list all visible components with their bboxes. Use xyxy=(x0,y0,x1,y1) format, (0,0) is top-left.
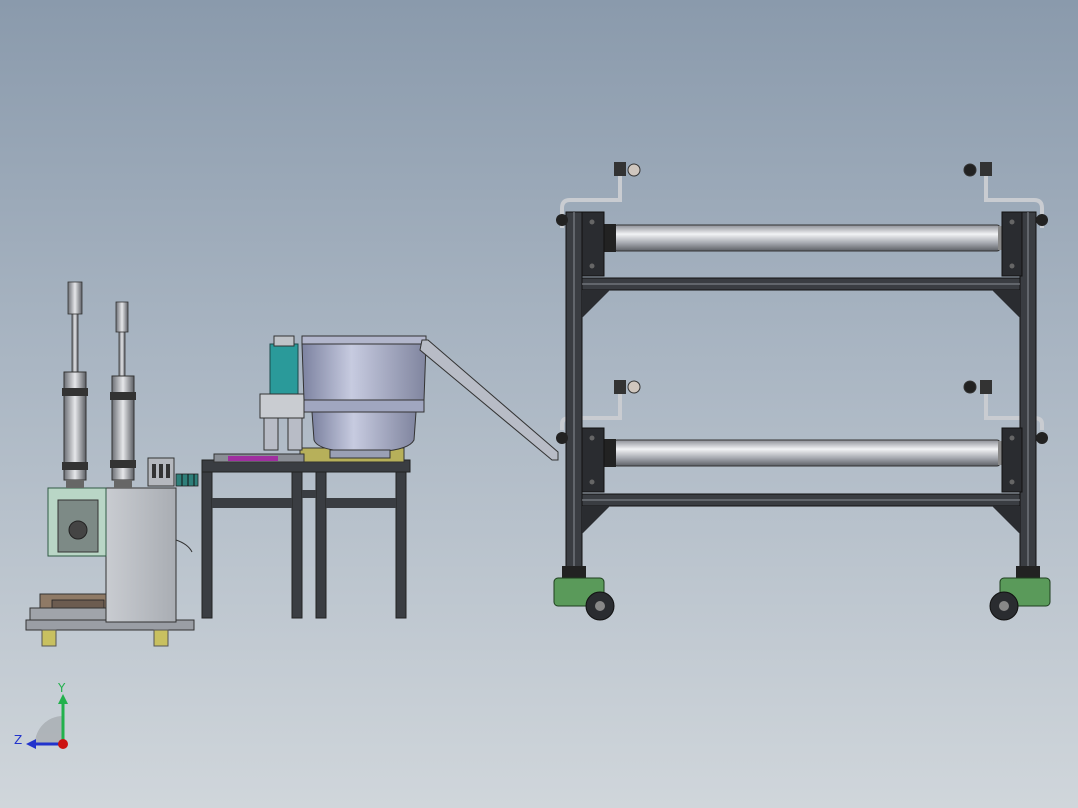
bearing-bolt-top-right-2 xyxy=(1009,263,1015,269)
rack-cap-mid-left xyxy=(556,432,568,444)
rack-cap-top-right xyxy=(1036,214,1048,226)
table-leg-1 xyxy=(201,471,213,619)
rack-cap-top-left xyxy=(556,214,568,226)
bowl-top-rim xyxy=(301,335,427,345)
caster-right-mount xyxy=(1016,566,1040,578)
press-foot-right xyxy=(153,629,169,647)
press-control-slot-3 xyxy=(166,464,170,478)
gusset-bottom-left xyxy=(582,506,610,534)
table-leg-2 xyxy=(291,471,303,619)
roller-top-end-left xyxy=(604,224,616,252)
press-foot-left xyxy=(41,629,57,647)
bearing-bolt-mid-left-2 xyxy=(589,479,595,485)
feeder-gripper-right xyxy=(287,417,303,451)
cylinder-2-band-bottom xyxy=(110,460,136,468)
cylinder-1-band-top xyxy=(62,388,88,396)
handle-mid-left-knob xyxy=(614,380,626,394)
triad-z-label: Z xyxy=(14,733,22,747)
bearing-bolt-mid-left-1 xyxy=(589,435,595,441)
handle-mid-left-knob-cap xyxy=(627,380,641,394)
handle-mid-right-knob-cap xyxy=(963,380,977,394)
cylinder-2-cap xyxy=(115,301,129,333)
gusset-top-right xyxy=(992,290,1020,318)
feeder-station[interactable] xyxy=(201,335,559,619)
cylinder-1-rod xyxy=(71,311,79,375)
bearing-bolt-top-left-1 xyxy=(589,219,595,225)
handle-top-left-knob xyxy=(614,162,626,176)
handle-top-left-knob-cap xyxy=(627,163,641,177)
press-die-hole xyxy=(68,520,88,540)
table-leg-3 xyxy=(315,471,327,619)
cylinder-2-band-top xyxy=(110,392,136,400)
roller-middle xyxy=(613,439,1001,467)
triad-y-arrow xyxy=(58,694,68,704)
handle-mid-right-knob xyxy=(980,380,992,394)
bearing-bolt-mid-right-1 xyxy=(1009,435,1015,441)
cylinder-1-mount xyxy=(66,480,84,488)
feeder-gripper-left xyxy=(263,417,279,451)
press-cabinet xyxy=(105,487,177,623)
press-unit[interactable] xyxy=(25,281,199,647)
gusset-top-left xyxy=(582,290,610,318)
handle-top-right-knob-cap xyxy=(963,163,977,177)
bearing-bolt-top-left-2 xyxy=(589,263,595,269)
bowl-feet xyxy=(329,449,391,459)
triad-x-axis-dot xyxy=(58,739,68,749)
bowl-base xyxy=(311,411,417,453)
roller-middle-end-left xyxy=(604,439,616,467)
table-brace-3 xyxy=(302,490,316,498)
triad-y-label: Y xyxy=(57,681,66,695)
roller-top xyxy=(613,224,1001,252)
press-coupling xyxy=(175,473,199,487)
press-lower-block xyxy=(29,607,107,621)
assembly-scene[interactable] xyxy=(0,0,1078,808)
table-brace-1 xyxy=(212,498,292,508)
roller-rack[interactable] xyxy=(553,162,1051,621)
linear-track-part xyxy=(228,456,278,461)
press-control-slot-1 xyxy=(152,464,156,478)
rack-cap-mid-right xyxy=(1036,432,1048,444)
feed-chute xyxy=(419,339,559,461)
caster-left-mount xyxy=(562,566,586,578)
table-brace-2 xyxy=(326,498,396,508)
cylinder-1-band-bottom xyxy=(62,462,88,470)
bearing-bolt-top-right-1 xyxy=(1009,219,1015,225)
feeder-motor-cap xyxy=(273,335,295,347)
press-control-slot-2 xyxy=(159,464,163,478)
axis-triad: Y Z xyxy=(14,681,68,749)
cabinet-cable xyxy=(175,539,193,553)
press-lower-slide xyxy=(51,599,105,609)
feeder-motor-mount xyxy=(259,393,305,419)
cad-viewport[interactable]: Y Z xyxy=(0,0,1078,808)
handle-top-right-knob xyxy=(980,162,992,176)
gusset-bottom-right xyxy=(992,506,1020,534)
caster-right-hub xyxy=(999,601,1009,611)
feeder-motor xyxy=(269,343,299,395)
bearing-bolt-mid-right-2 xyxy=(1009,479,1015,485)
table-leg-4 xyxy=(395,471,407,619)
triad-arc xyxy=(35,716,63,744)
caster-left-hub xyxy=(595,601,605,611)
cylinder-2-mount xyxy=(114,480,132,488)
cylinder-1-cap xyxy=(67,281,83,315)
triad-z-arrow xyxy=(26,739,36,749)
cylinder-2-rod xyxy=(118,329,126,379)
bowl-band xyxy=(303,399,425,413)
